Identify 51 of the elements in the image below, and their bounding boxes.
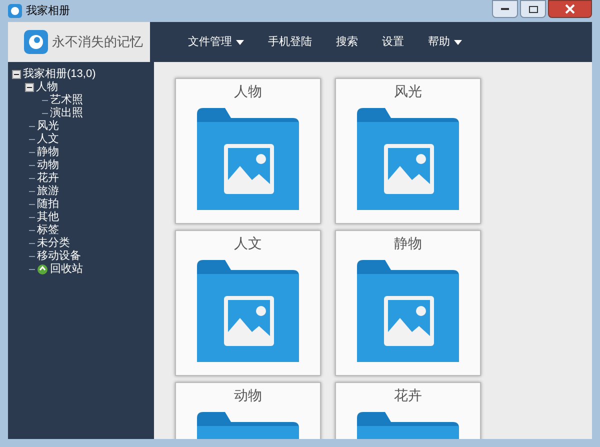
album-title: 静物 (394, 234, 422, 253)
photo-folder-icon (197, 108, 299, 210)
tree-item[interactable]: 艺术照 (50, 94, 83, 107)
tree-item[interactable]: 演出照 (50, 107, 83, 120)
close-icon (565, 4, 575, 14)
album-card[interactable]: 花卉 (335, 382, 481, 439)
caret-icon (236, 40, 244, 44)
caret-icon (454, 40, 462, 44)
logo-icon (24, 30, 48, 54)
minimize-button[interactable] (492, 0, 518, 18)
tree-item[interactable]: 旅游 (37, 185, 59, 198)
photo-folder-icon (197, 260, 299, 362)
album-title: 人文 (234, 234, 262, 253)
tree-item[interactable]: 人文 (37, 133, 59, 146)
brand-text: 永不消失的记忆 (52, 33, 143, 52)
tree-item[interactable]: 标签 (37, 224, 59, 237)
album-card[interactable]: 动物 (175, 382, 321, 439)
photo-folder-icon (357, 260, 459, 362)
tree-item[interactable]: 风光 (37, 120, 59, 133)
tree-item[interactable]: 花卉 (37, 172, 59, 185)
menu-item[interactable]: 帮助 (428, 34, 462, 50)
menu-item[interactable]: 设置 (382, 34, 404, 50)
collapse-toggle[interactable] (12, 70, 21, 79)
maximize-button[interactable] (520, 0, 546, 18)
tree-item[interactable]: 我家相册(13,0) (23, 68, 96, 81)
minimize-icon (501, 8, 509, 10)
menu-item[interactable]: 文件管理 (188, 34, 244, 50)
collapse-toggle[interactable] (25, 83, 34, 92)
app-icon (8, 4, 22, 18)
close-button[interactable] (548, 0, 592, 18)
tree-item[interactable]: 回收站 (50, 263, 83, 276)
photo-folder-icon (357, 108, 459, 210)
tree-item[interactable]: 动物 (37, 159, 59, 172)
tree-item[interactable]: 随拍 (37, 198, 59, 211)
tree-item[interactable]: 移动设备 (37, 250, 81, 263)
album-card[interactable]: 静物 (335, 230, 481, 376)
album-card[interactable]: 人文 (175, 230, 321, 376)
album-title: 风光 (394, 82, 422, 101)
album-title: 人物 (234, 82, 262, 101)
tree-item[interactable]: 静物 (37, 146, 59, 159)
album-title: 动物 (234, 386, 262, 405)
menu-item[interactable]: 搜索 (336, 34, 358, 50)
tree-item[interactable]: 未分类 (37, 237, 70, 250)
window-title: 我家相册 (26, 4, 70, 19)
menu-item[interactable]: 手机登陆 (268, 34, 312, 50)
album-card[interactable]: 人物 (175, 78, 321, 224)
maximize-icon (528, 6, 538, 12)
album-card[interactable]: 风光 (335, 78, 481, 224)
album-title: 花卉 (394, 386, 422, 405)
tree-item[interactable]: 其他 (37, 211, 59, 224)
tree-item[interactable]: 人物 (36, 81, 58, 94)
